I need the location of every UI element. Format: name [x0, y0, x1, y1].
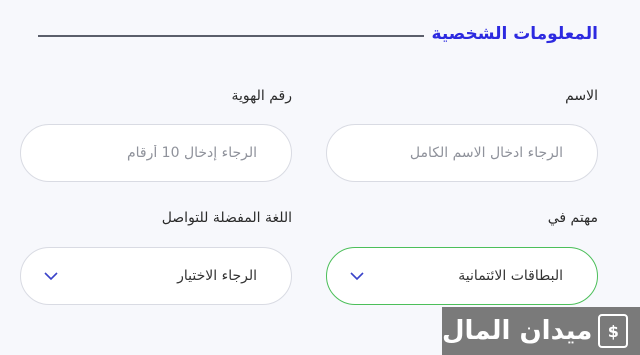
section-title: المعلومات الشخصية	[431, 24, 598, 44]
id-number-input[interactable]	[21, 145, 291, 161]
chevron-down-icon	[349, 268, 365, 284]
language-label: اللغة المفضلة للتواصل	[161, 210, 292, 226]
interested-in-label: مهتم في	[547, 210, 598, 226]
language-select[interactable]: الرجاء الاختيار	[20, 247, 292, 305]
id-number-label: رقم الهوية	[231, 88, 292, 104]
dollar-badge-icon: $	[598, 314, 629, 348]
name-field-wrapper	[326, 124, 598, 182]
name-label: الاسم	[565, 88, 598, 104]
watermark-text: ميدان المال	[442, 316, 593, 346]
name-input[interactable]	[327, 145, 597, 161]
interested-in-select[interactable]: البطاقات الائتمانية	[326, 247, 598, 305]
id-number-field-wrapper	[20, 124, 292, 182]
interested-in-selected-value: البطاقات الائتمانية	[458, 268, 563, 284]
watermark-logo: $ ميدان المال	[442, 307, 640, 355]
section-header: المعلومات الشخصية	[38, 22, 598, 52]
chevron-down-icon	[43, 268, 59, 284]
language-selected-value: الرجاء الاختيار	[177, 268, 257, 284]
section-divider	[38, 35, 424, 37]
